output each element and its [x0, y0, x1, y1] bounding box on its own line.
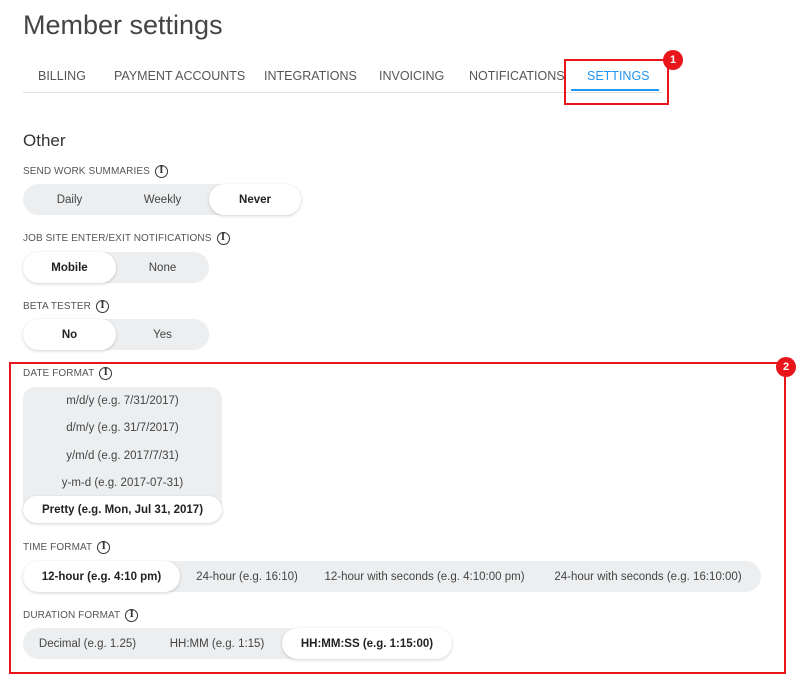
info-icon[interactable]: i [95, 300, 109, 313]
work-summaries-label: SEND WORK SUMMARIES i [23, 165, 168, 178]
beta-tester-label-text: BETA TESTER [23, 301, 91, 312]
work-summaries-option-weekly[interactable]: Weekly [116, 184, 209, 215]
page-title: Member settings [23, 10, 223, 40]
info-icon[interactable]: i [154, 165, 168, 178]
annotation-box-2 [9, 362, 786, 674]
job-site-label: JOB SITE ENTER/EXIT NOTIFICATIONS i [23, 232, 230, 245]
tab-invoicing[interactable]: INVOICING [379, 69, 444, 83]
tab-payment-accounts[interactable]: PAYMENT ACCOUNTS [114, 69, 245, 83]
tab-billing[interactable]: BILLING [38, 69, 86, 83]
work-summaries-option-never[interactable]: Never [209, 184, 301, 215]
beta-tester-toggle: No Yes [23, 319, 209, 350]
info-icon[interactable]: i [216, 232, 230, 245]
work-summaries-label-text: SEND WORK SUMMARIES [23, 166, 150, 177]
work-summaries-toggle: Daily Weekly Never [23, 184, 301, 215]
work-summaries-option-daily[interactable]: Daily [23, 184, 116, 215]
beta-tester-option-no[interactable]: No [23, 319, 116, 350]
beta-tester-label: BETA TESTER i [23, 300, 109, 313]
annotation-badge-2: 2 [776, 357, 796, 377]
job-site-toggle: Mobile None [23, 252, 209, 283]
annotation-box-1 [564, 59, 669, 105]
section-title: Other [23, 131, 66, 150]
annotation-badge-1: 1 [663, 50, 683, 70]
job-site-option-mobile[interactable]: Mobile [23, 252, 116, 283]
tab-notifications[interactable]: NOTIFICATIONS [469, 69, 565, 83]
tab-integrations[interactable]: INTEGRATIONS [264, 69, 357, 83]
job-site-label-text: JOB SITE ENTER/EXIT NOTIFICATIONS [23, 233, 212, 244]
job-site-option-none[interactable]: None [116, 252, 209, 283]
beta-tester-option-yes[interactable]: Yes [116, 319, 209, 350]
